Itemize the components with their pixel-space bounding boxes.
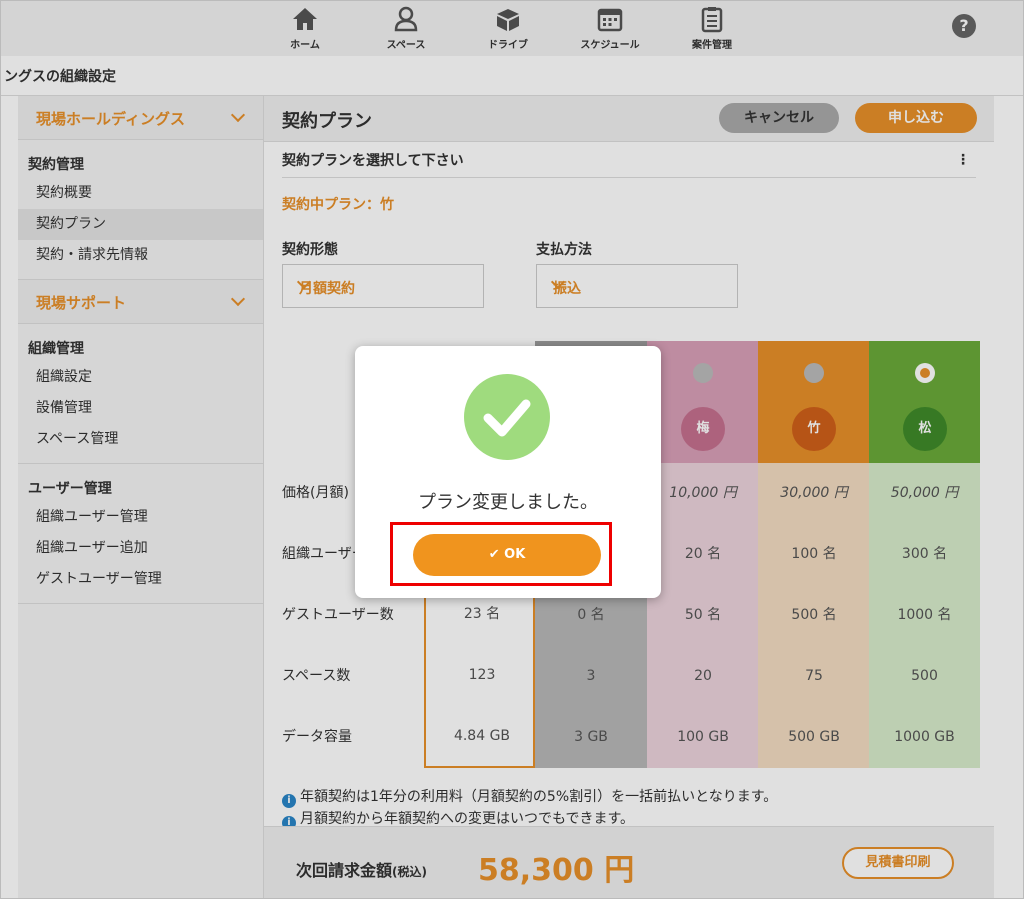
success-dialog: プラン変更しました。 ✔ OK [355,346,661,598]
dialog-message: プラン変更しました。 [418,492,598,513]
ok-button[interactable]: ✔ OK [413,534,601,576]
success-check-icon [464,374,550,460]
